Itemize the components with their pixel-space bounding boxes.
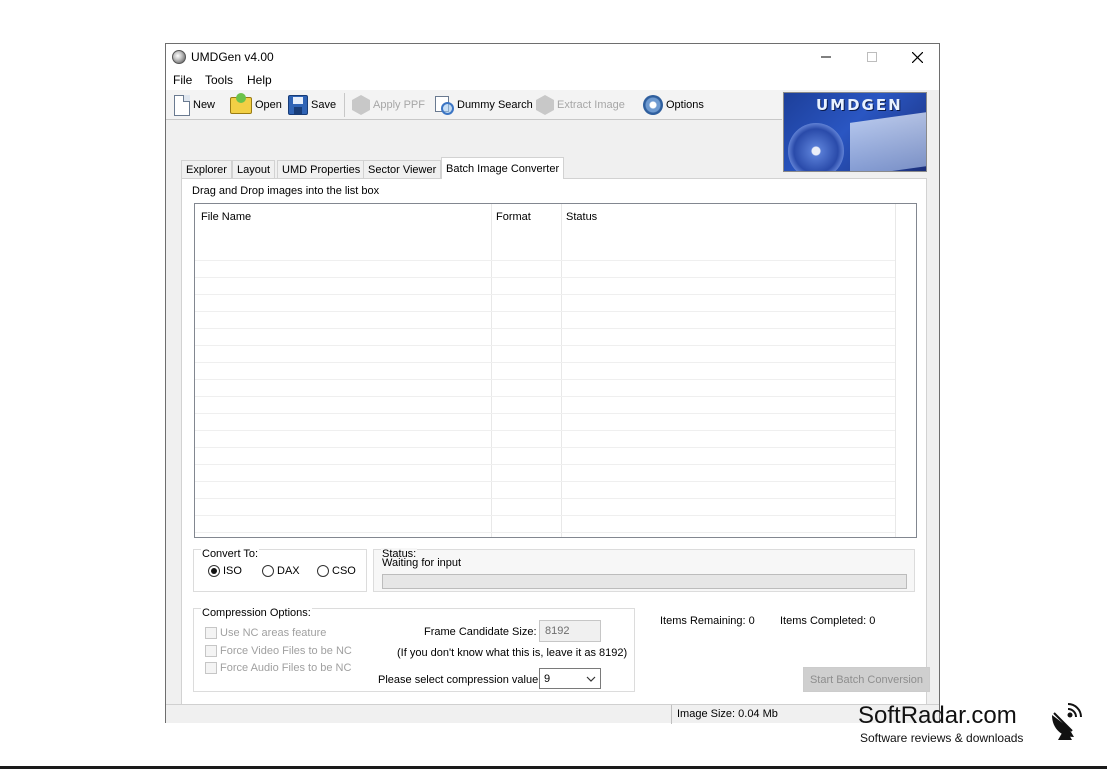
radio-dax-dot [262,565,274,577]
options-label: Options [666,99,704,111]
toolbar: New Open Save Apply PPF Dummy Search Ext… [166,90,782,120]
chevron-down-icon [586,676,596,682]
image-list-box[interactable]: File Name Format Status [194,203,917,538]
convert-to-title: Convert To: [201,548,260,560]
window-title: UMDGen v4.00 [191,50,274,64]
title-bar[interactable]: UMDGen v4.00 [166,44,939,70]
extract-image-button[interactable]: Extract Image [536,90,625,120]
minimize-icon [821,56,831,58]
radio-iso-dot [208,565,220,577]
items-completed: Items Completed: 0 [780,615,876,627]
maximize-button[interactable] [849,44,895,70]
frame-candidate-size-hint: (If you don't know what this is, leave i… [397,647,628,659]
compression-value-label: Please select compression value: [378,674,542,686]
logo-disc-graphic [788,123,844,171]
gear-icon [643,95,663,115]
status-text: Waiting for input [382,557,462,569]
radio-cso[interactable]: CSO [317,565,356,577]
menu-bar: File Tools Help [166,70,939,90]
column-header-file-name[interactable]: File Name [201,211,251,223]
tab-batch-image-converter[interactable]: Batch Image Converter [441,157,565,179]
status-group: Status: Waiting for input [373,548,915,592]
satellite-dish-icon [1052,703,1082,740]
close-icon [911,51,923,63]
status-bar: Image Size: 0.04 Mb [166,704,939,724]
frame-candidate-size-field[interactable]: 8192 [539,620,601,642]
items-remaining: Items Remaining: 0 [660,615,755,627]
checkbox-force-video-nc-box [205,645,217,657]
search-document-icon [434,95,454,115]
menu-tools[interactable]: Tools [205,73,233,87]
open-button[interactable]: Open [230,90,282,120]
drag-drop-instructions: Drag and Drop images into the list box [192,185,380,197]
radio-cso-dot [317,565,329,577]
minimize-button[interactable] [803,44,849,70]
radio-dax[interactable]: DAX [262,565,300,577]
checkbox-force-audio-nc-box [205,662,217,674]
options-button[interactable]: Options [643,90,704,120]
checkbox-force-audio-nc-label: Force Audio Files to be NC [220,662,352,674]
umdgen-window: UMDGen v4.00 File Tools Help New Open Sa… [165,43,940,724]
checkbox-use-nc-areas-label: Use NC areas feature [220,627,327,639]
compression-value-select[interactable]: 9 [539,668,601,689]
convert-to-group: Convert To: ISO DAX CSO [193,548,367,592]
list-row-lines [195,244,895,537]
watermark-title: SoftRadar.com [858,702,1017,729]
apply-ppf-icon [352,95,370,115]
dummy-search-label: Dummy Search [457,99,533,111]
compression-value-selected: 9 [544,672,551,685]
new-label: New [193,99,216,111]
checkbox-use-nc-areas-box [205,627,217,639]
menu-help[interactable]: Help [247,73,272,87]
logo-text: UMDGEN [816,96,903,114]
menu-file[interactable]: File [173,73,192,87]
batch-converter-panel: Drag and Drop images into the list box F… [181,178,930,709]
radio-cso-label: CSO [332,565,356,577]
tab-layout[interactable]: Layout [232,160,276,179]
extract-image-label: Extract Image [557,99,625,111]
save-label: Save [311,99,337,111]
extract-image-icon [536,95,554,115]
radio-dax-label: DAX [277,565,300,577]
tab-explorer[interactable]: Explorer [181,160,232,179]
softradar-watermark: SoftRadar.com Software reviews & downloa… [858,702,1088,748]
frame-candidate-size-label: Frame Candidate Size: [424,626,537,638]
radio-iso[interactable]: ISO [208,565,242,577]
checkbox-use-nc-areas[interactable]: Use NC areas feature [205,627,326,639]
column-header-status[interactable]: Status [566,211,597,223]
save-button[interactable]: Save [288,90,336,120]
new-button[interactable]: New [174,90,215,120]
floppy-disk-icon [288,95,308,115]
umdgen-logo: UMDGEN [783,92,927,172]
dummy-search-button[interactable]: Dummy Search [434,90,533,120]
maximize-icon [867,52,877,62]
conversion-progress-bar [382,574,907,589]
column-header-format[interactable]: Format [496,211,531,223]
compression-options-group: Compression Options: Use NC areas featur… [193,607,635,692]
new-document-icon [174,94,190,116]
checkbox-force-video-nc-label: Force Video Files to be NC [220,645,352,657]
tab-umd-properties[interactable]: UMD Properties [277,160,366,179]
open-folder-icon [230,92,252,114]
compression-options-title: Compression Options: [201,607,312,619]
toolbar-separator [344,93,345,117]
tab-sector-viewer[interactable]: Sector Viewer [363,160,442,179]
radio-iso-label: ISO [223,565,242,577]
close-button[interactable] [894,44,940,70]
apply-ppf-button[interactable]: Apply PPF [352,90,425,120]
app-disc-icon [172,50,186,64]
checkbox-force-video-nc[interactable]: Force Video Files to be NC [205,645,352,657]
open-label: Open [255,99,282,111]
apply-ppf-label: Apply PPF [373,99,425,111]
checkbox-force-audio-nc[interactable]: Force Audio Files to be NC [205,662,351,674]
start-batch-conversion-button[interactable]: Start Batch Conversion [803,667,930,692]
logo-window-graphic [850,111,926,171]
watermark-subtitle: Software reviews & downloads [860,731,1024,745]
